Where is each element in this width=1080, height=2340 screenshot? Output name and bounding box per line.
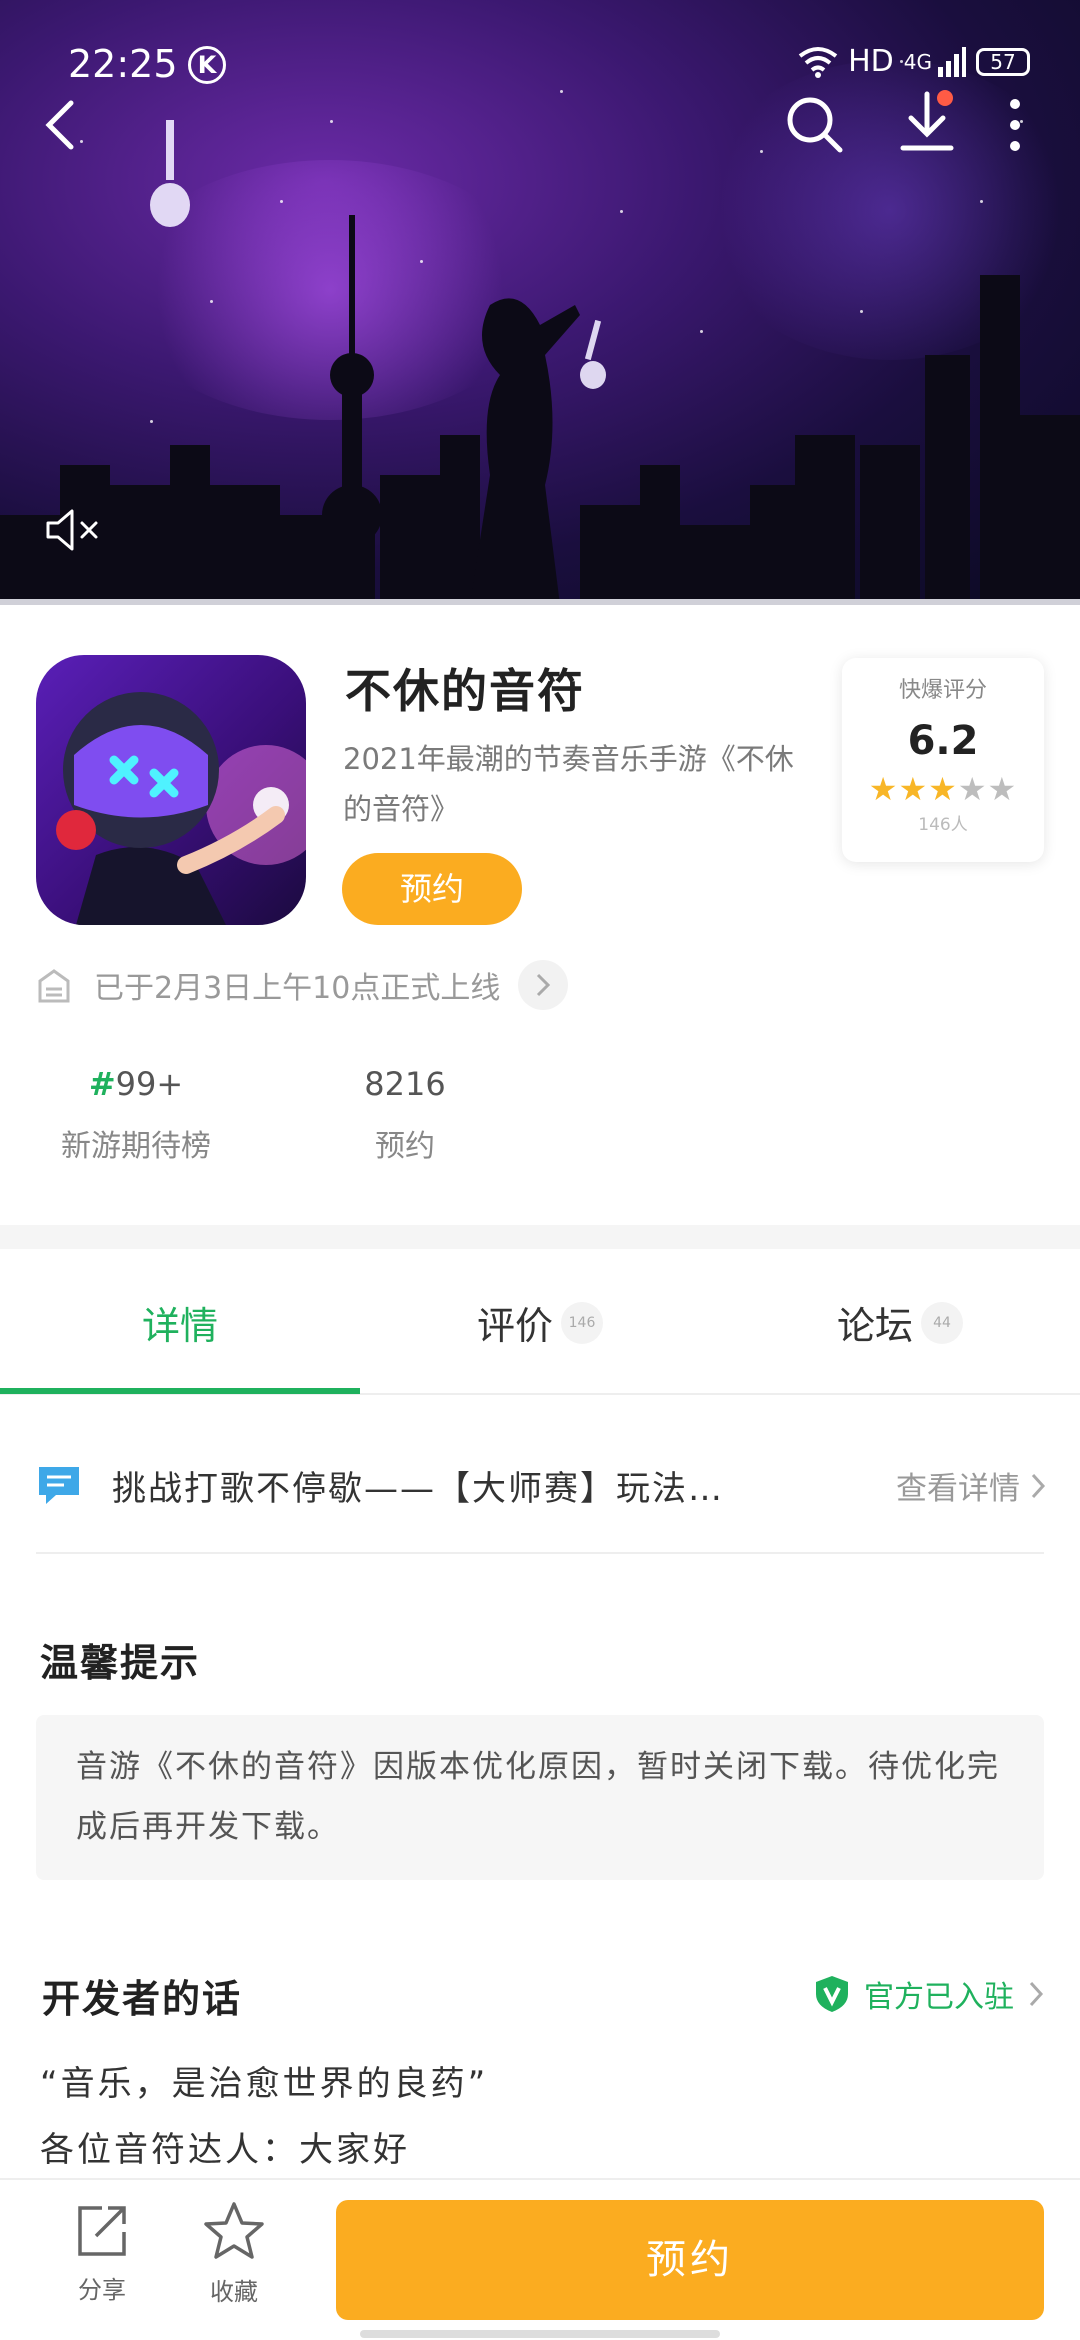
stat-reservations-value: 8216 [364,1065,446,1103]
star-filled-icon: ★ [868,770,899,808]
star-outline-icon [204,2202,264,2259]
battery-icon: 57 [976,47,1030,76]
star-filled-icon: ★ [898,770,929,808]
developer-greeting: 各位音符达人：大家好 [40,2130,410,2170]
status-indicators: HD 4G 57 [798,44,1030,79]
star-empty-icon: ★ [957,770,988,808]
announcement-text: 挑战打歌不停歇——【大师赛】玩法… [112,1468,724,1509]
search-icon [787,97,843,153]
more-icon [1010,99,1020,151]
mute-button[interactable] [42,500,102,560]
favorite-label: 收藏 [210,2278,258,2306]
launch-notice-row[interactable]: 已于2月3日上午10点正式上线 [36,960,569,1010]
wifi-icon [798,46,838,78]
rating-label: 快爆评分 [898,678,987,703]
search-button[interactable] [782,92,846,156]
favorite-button[interactable]: 收藏 [179,2200,289,2307]
home-indicator[interactable] [360,2330,720,2338]
share-label: 分享 [78,2276,126,2304]
divider-line [36,1552,1044,1554]
city-skyline [0,215,1080,605]
message-icon [39,1467,79,1504]
more-button[interactable] [1000,95,1030,155]
k-badge-icon: K [188,46,226,84]
developer-quote: “音乐，是治愈世界的良药” [40,2064,489,2104]
verified-shield-icon [816,1976,848,2012]
tab-reviews-count: 146 [561,1301,603,1344]
app-description: 2021年最潮的节奏音乐手游《不休的音符》 [343,742,794,826]
rating-count: 146人 [918,815,968,835]
bottom-action-bar: 分享 收藏 预约 [0,2178,1080,2340]
app-icon [36,655,306,925]
chevron-right-icon [1029,1981,1044,2007]
star-filled-icon: ★ [928,770,958,808]
share-button[interactable]: 分享 [47,2200,157,2305]
view-details-link[interactable]: 查看详情 [896,1463,1046,1508]
back-button[interactable] [30,95,90,155]
rating-card[interactable]: 快爆评分 6.2 ★★★★★ 146人 [842,658,1044,862]
tips-title: 温馨提示 [40,1641,201,1685]
tab-reviews[interactable]: 评价 146 [360,1250,720,1395]
tab-forum-count: 44 [921,1301,963,1344]
signal-icon [938,46,966,77]
announcement-row[interactable]: 挑战打歌不停歇——【大师赛】玩法… 查看详情 [36,1455,1046,1515]
reserve-main-button[interactable]: 预约 [336,2200,1044,2320]
reserve-button[interactable]: 预约 [342,853,522,925]
network-label: HD [848,44,894,79]
official-badge-link[interactable]: 官方已入驻 [814,1972,1044,2016]
stat-ranking-value: #99+ [88,1065,184,1103]
stat-ranking[interactable]: #99+ 新游期待榜 [36,1065,236,1165]
tips-box: 音游《不休的音符》因版本优化原因，暂时关闭下载。待优化完成后再开发下载。 [36,1715,1044,1880]
stat-reservations-label: 预约 [375,1129,435,1164]
share-icon [78,2206,126,2256]
hero-banner-video[interactable]: 22:25 K HD 4G 57 [0,0,1080,605]
app-title: 不休的音符 [345,664,585,718]
chevron-right-icon [537,973,551,997]
building-icon [38,969,70,1003]
developer-title: 开发者的话 [42,1977,243,2021]
back-arrow-icon [45,100,74,150]
tab-forum[interactable]: 论坛 44 [720,1250,1080,1395]
stat-ranking-label: 新游期待榜 [61,1129,211,1164]
launch-arrow[interactable] [518,960,569,1010]
signal-type: 4G [903,49,932,74]
section-divider [0,1225,1080,1249]
tab-indicator [0,1388,360,1394]
tab-details[interactable]: 详情 [0,1250,360,1395]
rating-stars: ★★★★★ [842,770,1044,808]
download-icon [900,90,954,151]
rating-score: 6.2 [907,718,979,764]
launch-notice-text: 已于2月3日上午10点正式上线 [94,971,501,1006]
app-icon-art [56,692,306,925]
chevron-right-icon [1031,1473,1046,1498]
mute-icon [46,509,98,551]
tab-bar: 详情 评价 146 论坛 44 [0,1250,1080,1395]
status-time: 22:25 [68,42,178,86]
download-button[interactable] [895,88,959,156]
stat-reservations: 8216 预约 [335,1065,475,1165]
star-empty-icon: ★ [987,770,1018,808]
